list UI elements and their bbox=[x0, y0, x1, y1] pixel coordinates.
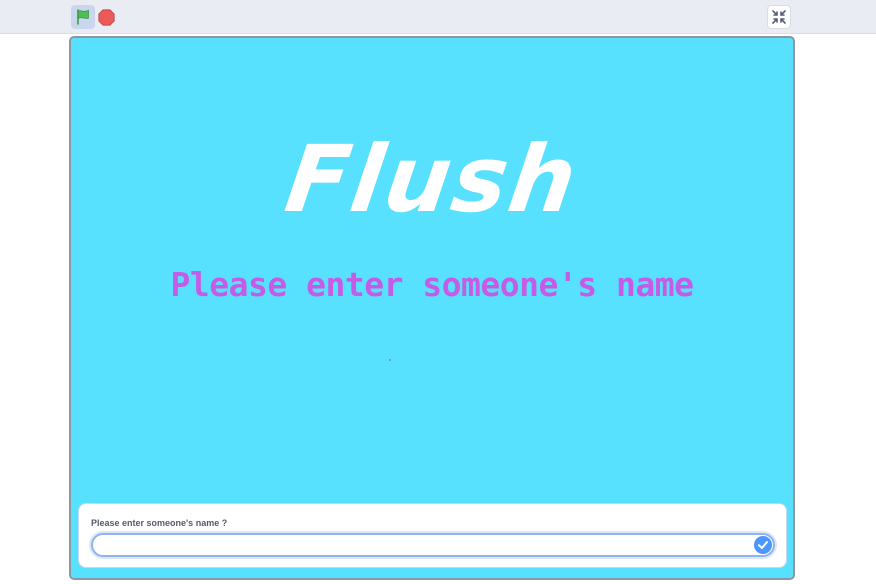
game-title: Flush bbox=[279, 126, 585, 233]
stage-header-bar bbox=[0, 0, 876, 34]
unfullscreen-button[interactable] bbox=[767, 5, 791, 29]
stop-icon bbox=[97, 8, 115, 26]
green-flag-icon bbox=[77, 9, 89, 25]
ask-question-label: Please enter someone's name ? bbox=[91, 518, 228, 528]
ask-input-container bbox=[91, 533, 775, 557]
ask-answer-input[interactable] bbox=[101, 536, 741, 554]
stage-sprite-dot bbox=[389, 359, 391, 361]
check-icon bbox=[758, 541, 768, 549]
stop-button[interactable] bbox=[97, 8, 115, 26]
green-flag-button[interactable] bbox=[71, 5, 95, 29]
submit-answer-button[interactable] bbox=[754, 536, 772, 554]
ask-prompt-panel: Please enter someone's name ? bbox=[78, 503, 787, 568]
unfullscreen-icon bbox=[772, 10, 786, 24]
game-stage[interactable]: Flush Please enter someone's name Please… bbox=[69, 36, 795, 580]
name-prompt-text: Please enter someone's name bbox=[170, 265, 694, 304]
